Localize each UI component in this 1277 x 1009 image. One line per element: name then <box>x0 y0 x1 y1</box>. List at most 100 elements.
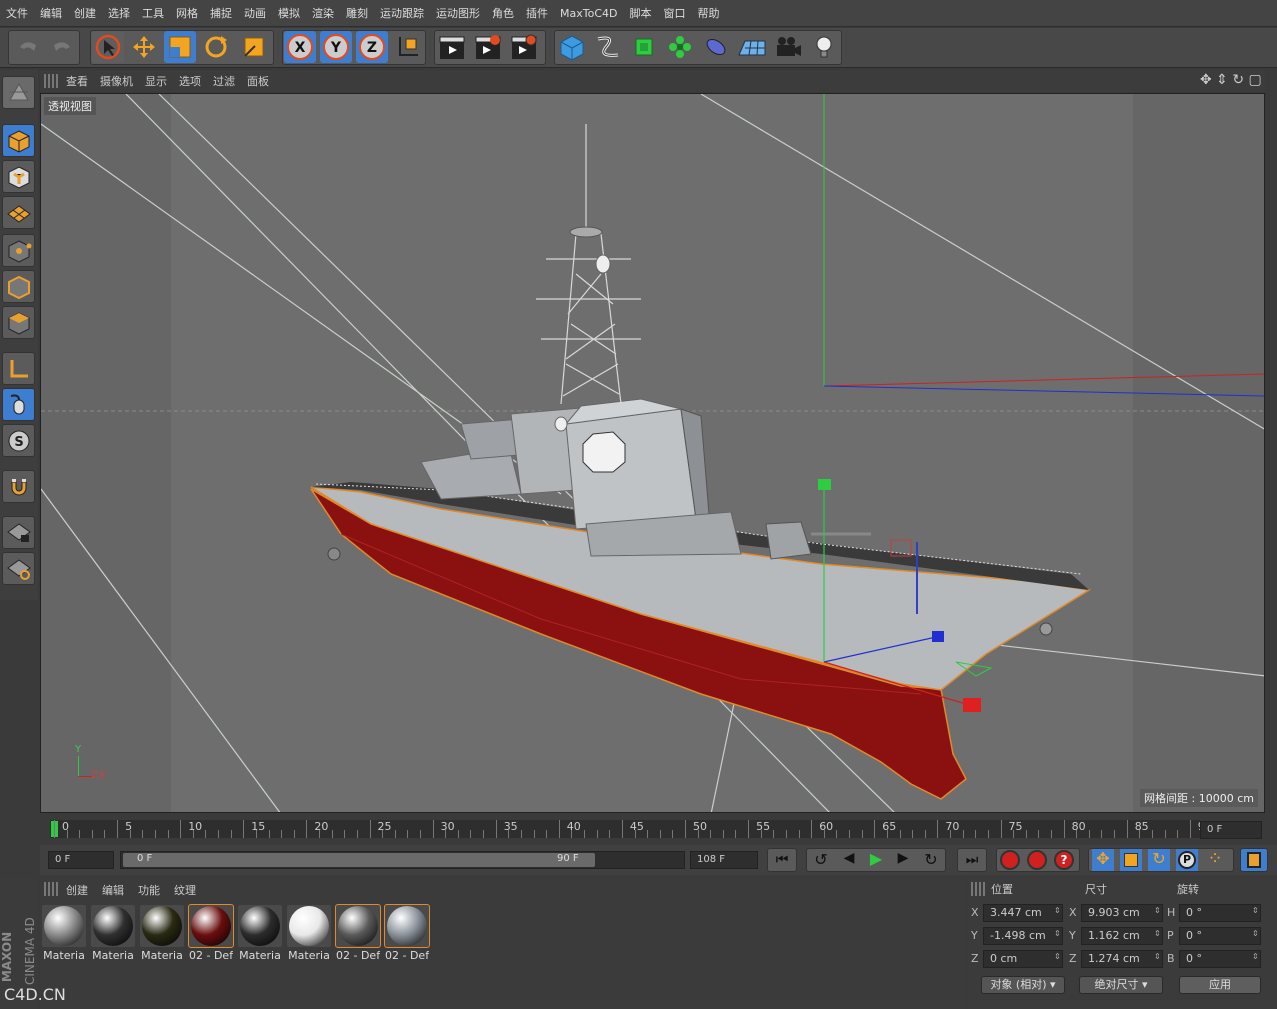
step-forward-icon[interactable]: ▶ <box>892 850 914 870</box>
menu-item[interactable]: 创建 <box>74 5 96 21</box>
render-settings-icon[interactable] <box>508 31 540 63</box>
material-swatch[interactable]: 02 - Def <box>335 904 381 967</box>
menu-item[interactable]: 模拟 <box>278 5 300 21</box>
spinner-arrows-icon[interactable]: ⇕ <box>1154 952 1161 961</box>
prev-key-icon[interactable]: ↺ <box>810 850 832 870</box>
end-frame-field[interactable]: 108 F <box>690 851 758 869</box>
key-rotation-icon[interactable]: ↻ <box>1148 849 1170 871</box>
menu-item[interactable]: 雕刻 <box>346 5 368 21</box>
x-axis-icon[interactable]: X <box>284 31 316 63</box>
grip-icon[interactable] <box>44 74 58 88</box>
material-swatch[interactable]: Materia <box>140 905 184 967</box>
spinner-arrows-icon[interactable]: ⇕ <box>1252 906 1259 915</box>
scale-icon[interactable] <box>164 31 196 63</box>
material-swatch[interactable]: Materia <box>91 905 135 967</box>
material-swatch[interactable]: Materia <box>287 905 331 967</box>
menu-item[interactable]: 工具 <box>142 5 164 21</box>
model-mode-icon[interactable] <box>2 124 35 157</box>
spinner-arrows-icon[interactable]: ⇕ <box>1252 929 1259 938</box>
size-mode-dropdown[interactable]: 绝对尺寸 ▾ <box>1079 976 1163 994</box>
destroyer-model[interactable] <box>310 124 1092 800</box>
workplane-align-icon[interactable] <box>2 552 35 585</box>
menu-item[interactable]: 选择 <box>108 5 130 21</box>
cloner-icon[interactable] <box>664 31 696 63</box>
autokey-icon[interactable] <box>1027 850 1047 870</box>
menu-item[interactable]: 运动图形 <box>436 5 480 21</box>
grip-icon[interactable] <box>44 882 58 896</box>
rotate-icon[interactable] <box>200 31 232 63</box>
camera-icon[interactable] <box>772 31 804 63</box>
key-scale-icon[interactable] <box>1120 849 1142 871</box>
timeline-ruler[interactable]: 051015202530354045505560657075808590 0 F <box>40 816 1265 842</box>
key-pla-icon[interactable]: ⁘ <box>1204 849 1226 871</box>
spinner-arrows-icon[interactable]: ⇕ <box>1054 952 1061 961</box>
go-to-start-icon[interactable]: ⏮ <box>767 848 797 872</box>
render-view-icon[interactable] <box>436 31 468 63</box>
subdivision-icon[interactable] <box>628 31 660 63</box>
perspective-viewport[interactable]: 透视视图 Y Z X 网格间距: 10000 cm <box>40 93 1265 813</box>
viewport-menu-item[interactable]: 面板 <box>247 73 269 89</box>
range-slider[interactable] <box>123 853 595 867</box>
floor-icon[interactable] <box>736 31 768 63</box>
keyframe-selection-icon[interactable]: ? <box>1054 850 1074 870</box>
tweak-mode-icon[interactable] <box>2 388 35 421</box>
points-mode-icon[interactable] <box>2 234 35 267</box>
menu-item[interactable]: 角色 <box>492 5 514 21</box>
menu-item[interactable]: 渲染 <box>312 5 334 21</box>
viewport-menu-item[interactable]: 查看 <box>66 73 88 89</box>
menu-item[interactable]: 捕捉 <box>210 5 232 21</box>
last-tool-icon[interactable] <box>238 31 270 63</box>
rotation-field[interactable]: 0 ° <box>1179 904 1261 922</box>
key-position-icon[interactable]: ✥ <box>1092 849 1114 871</box>
workplane-lock-icon[interactable] <box>2 516 35 549</box>
make-editable-icon[interactable] <box>2 76 35 109</box>
rotation-field[interactable]: 0 ° <box>1179 927 1261 945</box>
current-frame-field[interactable]: 0 F <box>1200 821 1262 839</box>
menu-item[interactable]: MaxToC4D <box>560 7 617 20</box>
timeline-track[interactable] <box>50 820 1200 838</box>
undo-icon[interactable] <box>12 31 44 63</box>
deformer-icon[interactable] <box>700 31 732 63</box>
position-field[interactable]: 3.447 cm <box>983 904 1063 922</box>
viewport-menu-item[interactable]: 过滤 <box>213 73 235 89</box>
menu-item[interactable]: 运动跟踪 <box>380 5 424 21</box>
record-active-icon[interactable] <box>1000 850 1020 870</box>
material-menu-item[interactable]: 编辑 <box>102 882 124 898</box>
spinner-arrows-icon[interactable]: ⇕ <box>1154 906 1161 915</box>
solo-mode-icon[interactable]: S <box>2 424 35 457</box>
polygons-mode-icon[interactable] <box>2 306 35 339</box>
spinner-arrows-icon[interactable]: ⇕ <box>1054 906 1061 915</box>
material-menu-item[interactable]: 创建 <box>66 882 88 898</box>
menu-item[interactable]: 窗口 <box>663 5 685 21</box>
rotation-field[interactable]: 0 ° <box>1179 950 1261 968</box>
timeline-window-icon[interactable] <box>1240 848 1268 872</box>
coordinate-mode-dropdown[interactable]: 对象 (相对) ▾ <box>981 976 1065 994</box>
viewport-menu-item[interactable]: 选项 <box>179 73 201 89</box>
material-swatch[interactable]: 02 - Def <box>384 904 430 967</box>
move-icon[interactable] <box>128 31 160 63</box>
material-swatch[interactable]: Materia <box>238 905 282 967</box>
coord-system-icon[interactable] <box>392 31 424 63</box>
render-picture-viewer-icon[interactable] <box>472 31 504 63</box>
menu-item[interactable]: 网格 <box>176 5 198 21</box>
menu-item[interactable]: 动画 <box>244 5 266 21</box>
grip-icon[interactable] <box>971 882 985 896</box>
position-field[interactable]: -1.498 cm <box>983 927 1063 945</box>
size-field[interactable]: 1.162 cm <box>1081 927 1163 945</box>
redo-icon[interactable] <box>46 31 78 63</box>
key-param-icon[interactable]: P <box>1176 849 1198 871</box>
texture-mode-icon[interactable] <box>2 160 35 193</box>
z-axis-icon[interactable]: Z <box>356 31 388 63</box>
snap-magnet-icon[interactable] <box>2 470 35 503</box>
material-menu-item[interactable]: 功能 <box>138 882 160 898</box>
apply-button[interactable]: 应用 <box>1179 976 1261 994</box>
axis-mode-icon[interactable] <box>2 352 35 385</box>
step-back-icon[interactable]: ◀ <box>838 850 860 870</box>
menu-item[interactable]: 文件 <box>6 5 28 21</box>
go-to-end-icon[interactable]: ⏭ <box>957 848 987 872</box>
material-swatch[interactable]: 02 - Def <box>188 904 234 967</box>
play-icon[interactable]: ▶ <box>865 849 887 869</box>
spinner-arrows-icon[interactable]: ⇕ <box>1054 929 1061 938</box>
start-frame-field[interactable]: 0 F <box>48 851 114 869</box>
position-field[interactable]: 0 cm <box>983 950 1063 968</box>
